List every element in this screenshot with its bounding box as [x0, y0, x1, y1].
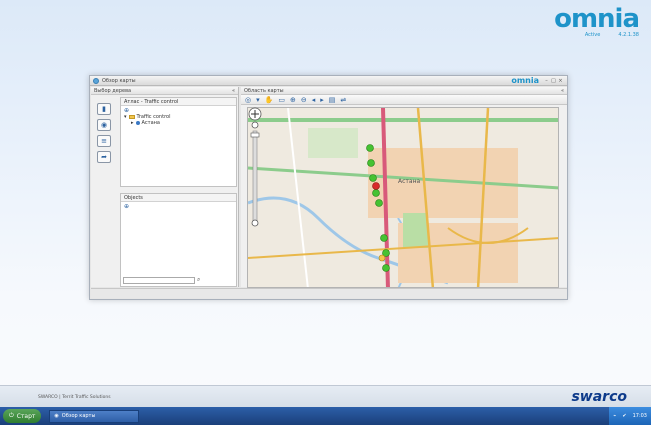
- arrow-tool-icon[interactable]: ➦: [97, 151, 111, 163]
- back-icon[interactable]: ◂: [312, 96, 316, 104]
- zoom-control[interactable]: [248, 107, 262, 227]
- objects-title: Objects: [121, 194, 236, 202]
- expand-icon[interactable]: ▾: [124, 114, 127, 120]
- objects-panel: Objects ⊕ ⌕: [120, 193, 237, 287]
- close-icon[interactable]: ×: [557, 78, 564, 84]
- globe-icon: ◉: [54, 413, 59, 419]
- system-tray: ⌁ ✔ 17:03: [609, 407, 651, 425]
- zoom-out-icon[interactable]: ⊖: [301, 96, 307, 104]
- map-area-panel: Область карты « ◎ ▾ ✋ ▭ ⊕ ⊖ ◂ ▸ ▤ ⇌ Аста…: [241, 87, 567, 288]
- objects-globe-icon[interactable]: ⊕: [124, 203, 129, 210]
- globe-icon[interactable]: ⊕: [124, 107, 129, 114]
- traffic-light-tool-icon[interactable]: ▮: [97, 103, 111, 115]
- settings-icon[interactable]: ⇌: [340, 96, 346, 104]
- power-icon: ⏻: [9, 412, 14, 419]
- search-icon[interactable]: ⌕: [197, 276, 200, 284]
- minimize-icon[interactable]: –: [543, 78, 550, 84]
- start-label: Старт: [16, 412, 36, 420]
- collapse-left-icon[interactable]: «: [232, 88, 235, 94]
- taskbar: ⏻ Старт ◉ Обзор карты ⌁ ✔ 17:03: [0, 407, 651, 425]
- maximize-icon[interactable]: □: [550, 78, 557, 84]
- pan-icon[interactable]: ✋: [265, 96, 274, 104]
- footer-text: SWARCO | Territ Traffic Solutions: [38, 395, 111, 400]
- print-icon[interactable]: ▤: [329, 96, 336, 104]
- layers-icon[interactable]: ◎: [245, 96, 251, 104]
- map-city-label: Астана: [398, 178, 420, 185]
- tray-time: 17:03: [632, 413, 647, 419]
- start-button[interactable]: ⏻ Старт: [3, 409, 42, 423]
- task-label: Обзор карты: [61, 413, 96, 419]
- forward-icon[interactable]: ▸: [320, 96, 324, 104]
- objects-toolbar: ⊕: [121, 202, 236, 210]
- brand-status: Active: [584, 32, 601, 38]
- taskbar-item-map-overview[interactable]: ◉ Обзор карты: [49, 409, 140, 423]
- select-area-icon[interactable]: ▭: [278, 96, 285, 104]
- check-icon[interactable]: ✔: [622, 413, 626, 419]
- omnia-logo: omnia: [554, 4, 640, 34]
- omnia-brand: omnia Active 4.2.1.38: [554, 4, 640, 38]
- map-toolbar: ◎ ▾ ✋ ▭ ⊕ ⊖ ◂ ▸ ▤ ⇌: [241, 95, 567, 105]
- window-title: Обзор карты: [102, 77, 136, 84]
- tree-view: Атлас - Traffic control ⊕ ▾ Traffic cont…: [120, 97, 237, 187]
- tree-node-label: Астана: [141, 120, 160, 126]
- map-panel-title: Область карты: [244, 88, 284, 94]
- city-map[interactable]: Астана: [247, 107, 559, 288]
- tree-node-astana[interactable]: ▸ Астана: [121, 120, 236, 126]
- collapse-right-icon[interactable]: «: [561, 88, 564, 94]
- map-overview-window: Обзор карты omnia – □ × Выбор дерева « ▮…: [89, 75, 568, 300]
- window-statusbar: [91, 288, 567, 298]
- expand-icon[interactable]: ▸: [131, 120, 134, 126]
- folder-icon: [128, 115, 135, 119]
- brand-version: 4.2.1.38: [618, 32, 639, 38]
- city-icon: [135, 121, 140, 125]
- search-input[interactable]: [123, 277, 195, 284]
- tree-toolbar: ⊕: [121, 106, 236, 114]
- camera-tool-icon[interactable]: ◉: [97, 119, 111, 131]
- list-tool-icon[interactable]: ≡: [97, 135, 111, 147]
- network-icon[interactable]: ⌁: [613, 413, 616, 419]
- swarco-logo: swarco: [571, 389, 627, 405]
- footer-bar: SWARCO | Territ Traffic Solutions swarco: [0, 385, 651, 407]
- layer-select-icon[interactable]: ▾: [256, 96, 260, 104]
- tree-title: Атлас - Traffic control: [121, 98, 236, 106]
- window-omnia-logo: omnia: [511, 76, 539, 85]
- tree-panel-title: Выбор дерева: [94, 88, 132, 94]
- zoom-in-icon[interactable]: ⊕: [290, 96, 296, 104]
- window-globe-icon: [93, 77, 99, 84]
- tree-selection-panel: Выбор дерева « ▮ ◉ ≡ ➦ Атлас - Traffic c…: [91, 87, 239, 287]
- window-titlebar: Обзор карты omnia – □ ×: [90, 76, 567, 86]
